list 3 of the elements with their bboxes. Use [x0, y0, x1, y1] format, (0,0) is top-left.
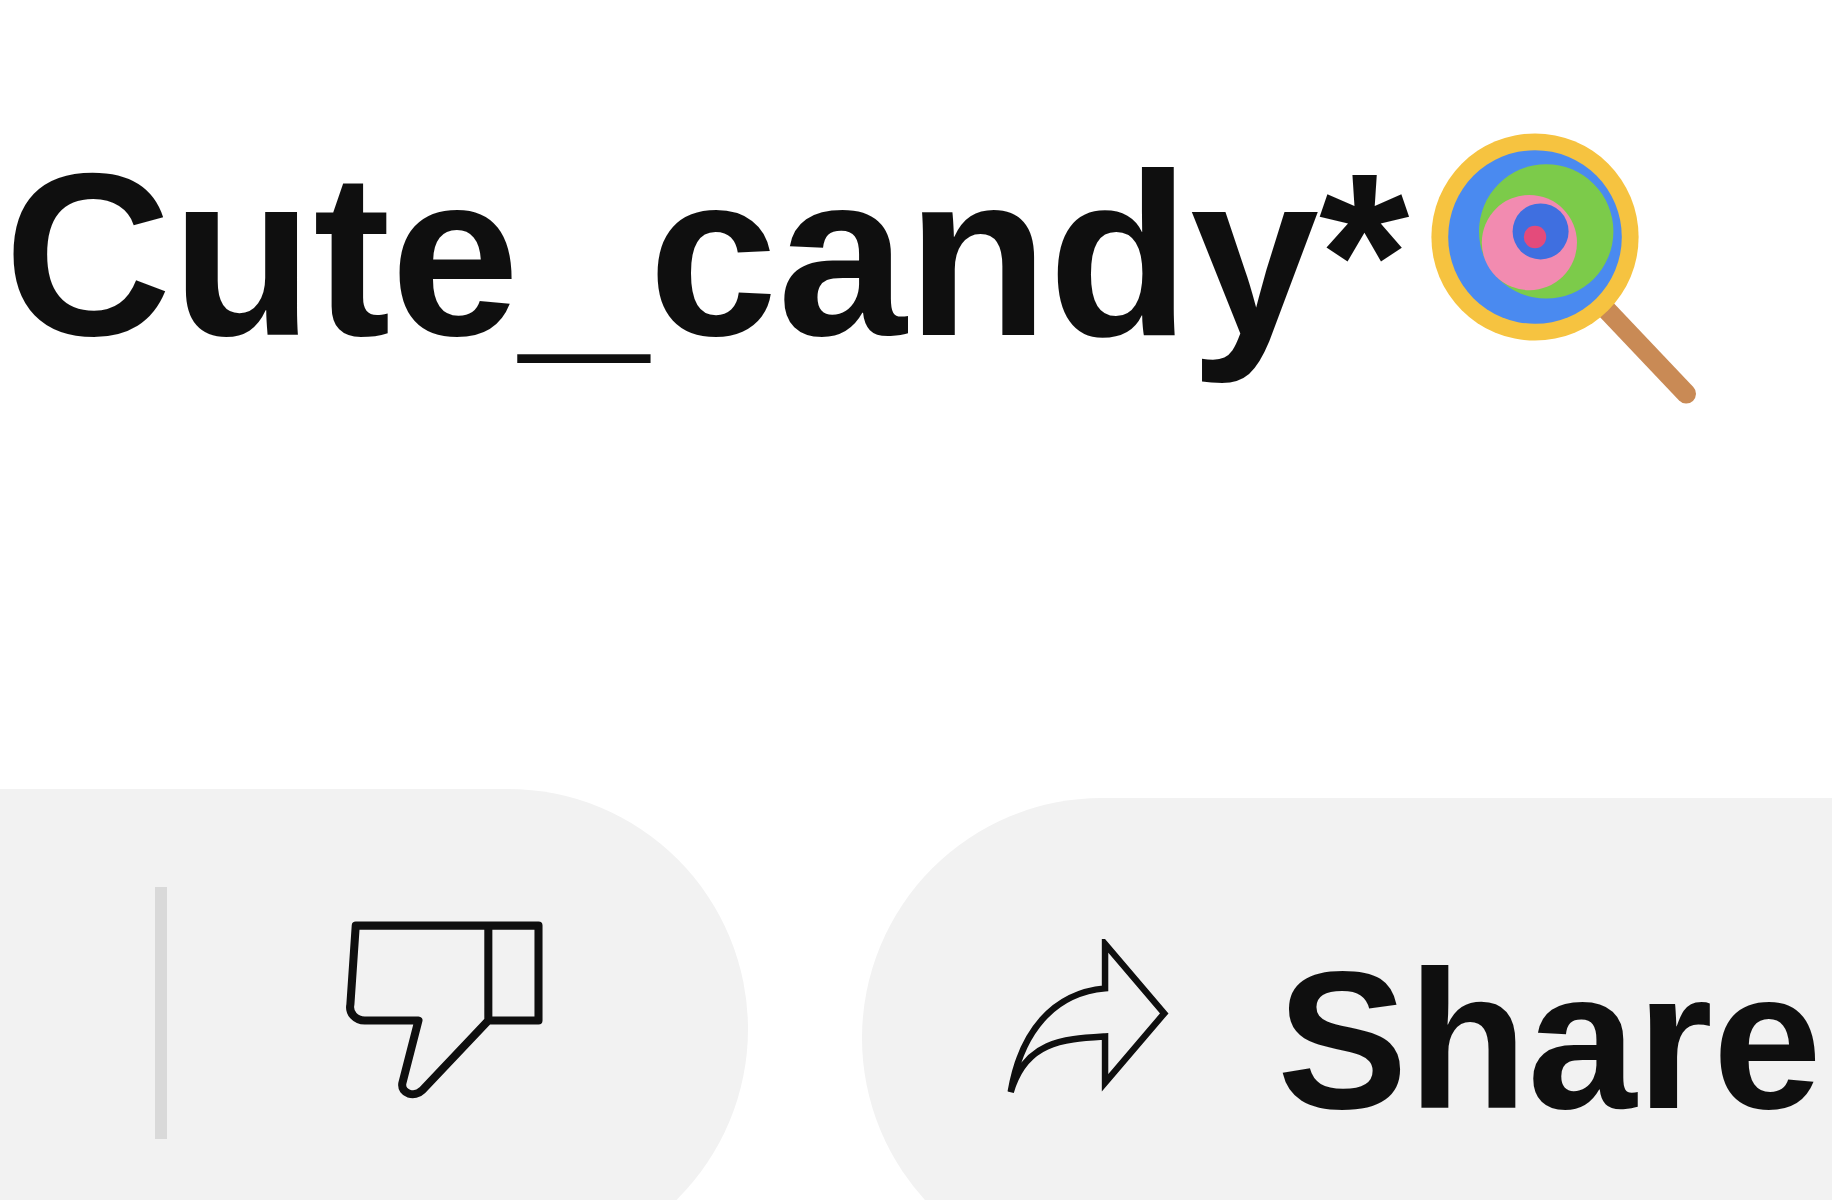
share-button[interactable]: Share: [862, 798, 1832, 1200]
dislike-button[interactable]: [0, 789, 748, 1200]
video-title: Cute_candy*: [3, 124, 1410, 386]
